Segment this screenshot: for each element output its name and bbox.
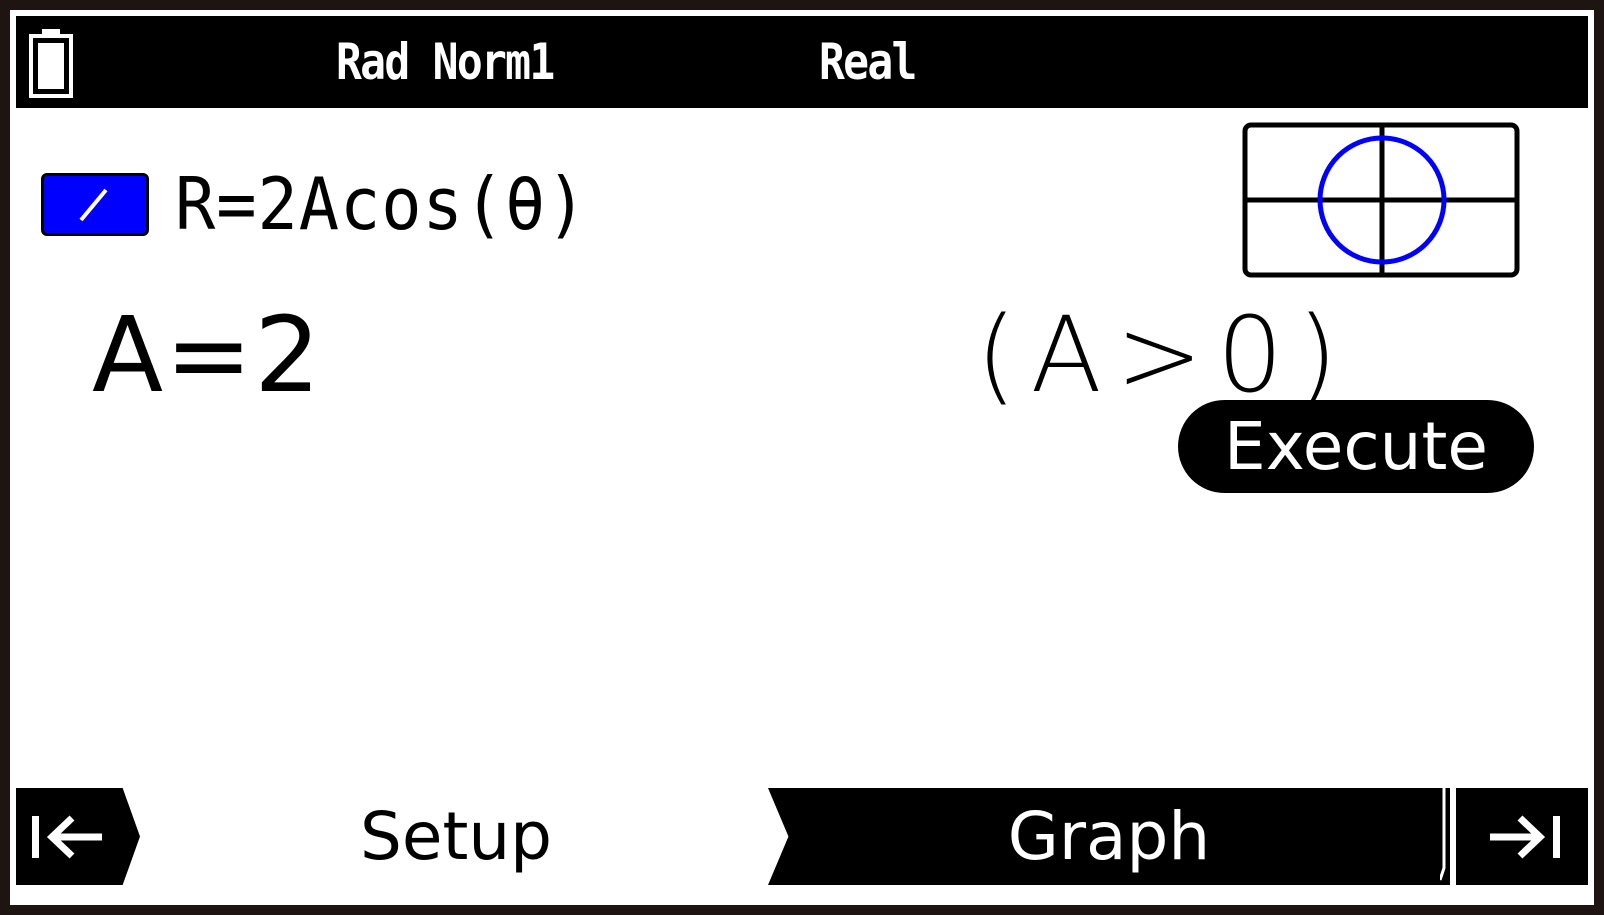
execute-button[interactable]: Execute [1178,400,1534,493]
complex-mode-indicator: Real [819,33,917,91]
softkey-graph[interactable]: Graph [768,788,1450,885]
status-bar: Rad Norm1 Real [16,16,1588,108]
next-page-arrow-icon [1490,815,1560,859]
softkey-prev-page[interactable] [16,788,140,885]
softkey-setup[interactable]: Setup [146,788,766,885]
battery-icon [29,29,73,98]
softkey-corner-mark [1440,788,1446,881]
angle-mode-indicator: Rad Norm1 [336,33,555,91]
prev-page-arrow-icon [32,815,102,859]
function-checkbox[interactable] [41,173,149,236]
checkbox-check-icon [79,188,108,222]
parameter-value: A=2 [92,294,323,416]
parameter-condition: (A>0) [976,294,1352,416]
softkey-next-page[interactable] [1456,788,1588,885]
softkey-bar: Setup Graph [16,788,1588,885]
function-expression[interactable]: R=2Acos(θ) [175,160,587,248]
polar-circle-preview-icon [1242,122,1520,278]
calculator-screen: Rad Norm1 Real R=2Acos(θ) A=2 (A>0) Exec… [10,10,1594,905]
